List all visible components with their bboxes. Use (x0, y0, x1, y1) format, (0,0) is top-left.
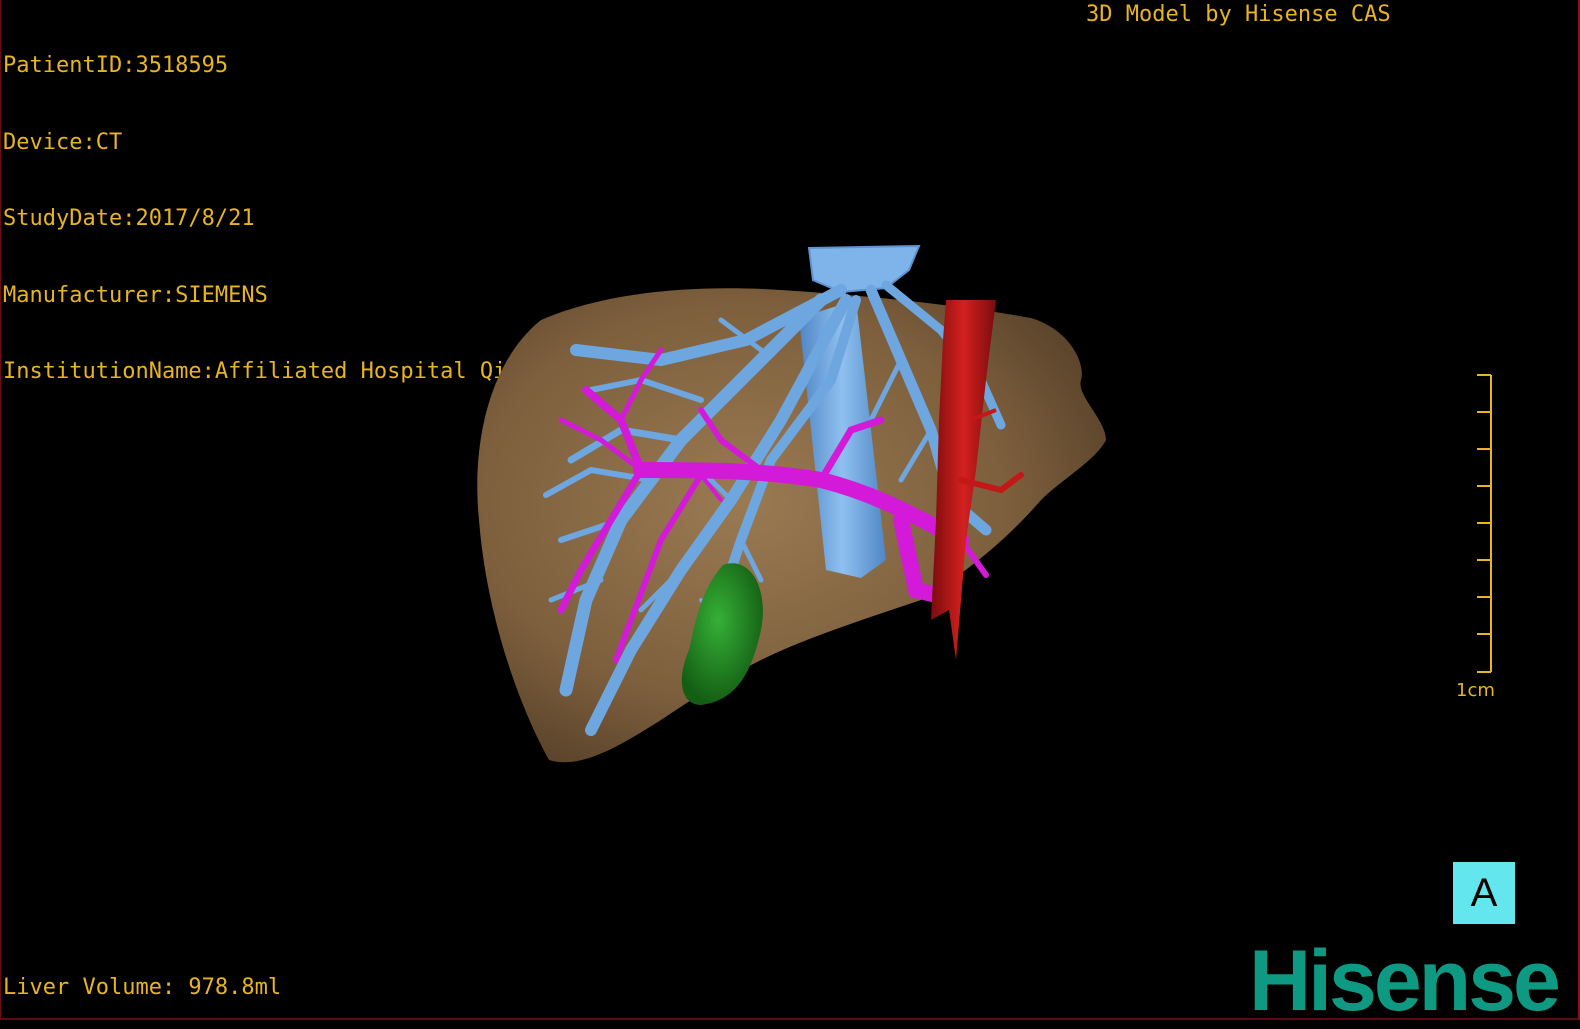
3d-viewport[interactable]: PatientID:3518595 Device:CT StudyDate:20… (0, 0, 1580, 1024)
scale-bar (1477, 374, 1492, 673)
logo-text: Hisense (1249, 933, 1561, 1029)
liver-3d-model[interactable] (1, 0, 1580, 1020)
hisense-logo: Hisense (1249, 938, 1561, 1024)
liver-volume-text: Liver Volume: 978.8ml (3, 975, 282, 1000)
orientation-marker[interactable]: A (1453, 862, 1515, 924)
scale-label: 1cm (1456, 680, 1495, 701)
